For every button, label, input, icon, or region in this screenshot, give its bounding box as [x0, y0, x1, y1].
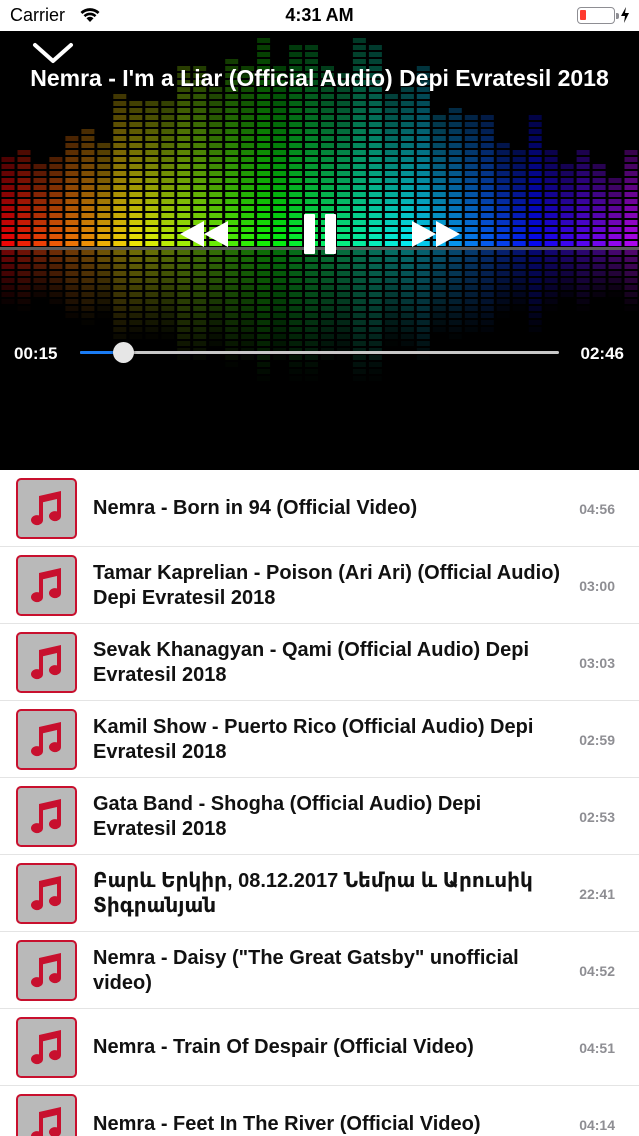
track-thumbnail	[16, 478, 77, 539]
track-duration: 04:14	[579, 1116, 615, 1133]
track-thumbnail	[16, 632, 77, 693]
playlist-row[interactable]: Sevak Khanagyan - Qami (Official Audio) …	[0, 624, 639, 701]
fast-forward-icon	[412, 221, 460, 247]
track-thumbnail	[16, 1017, 77, 1078]
playlist-row[interactable]: Gata Band - Shogha (Official Audio) Depi…	[0, 778, 639, 855]
track-title: Nemra - Daisy ("The Great Gatsby" unoffi…	[93, 946, 519, 994]
track-duration: 04:51	[579, 1039, 615, 1056]
track-duration: 03:00	[579, 577, 615, 594]
track-thumbnail	[16, 786, 77, 847]
track-duration: 04:56	[579, 500, 615, 517]
music-note-icon	[31, 568, 62, 603]
playlist-row[interactable]: Nemra - Daisy ("The Great Gatsby" unoffi…	[0, 932, 639, 1009]
track-thumbnail	[16, 555, 77, 616]
music-note-icon	[31, 722, 62, 757]
now-playing-panel: Nemra - I'm a Liar (Official Audio) Depi…	[0, 31, 639, 470]
seek-track	[80, 351, 559, 354]
charging-bolt-icon	[621, 7, 629, 23]
playlist-row[interactable]: Բարև Երկիր, 08.12.2017 Նեմրա և Արուսիկ Տ…	[0, 855, 639, 932]
music-note-icon	[31, 1107, 62, 1136]
elapsed-time: 00:15	[14, 344, 58, 363]
track-thumbnail	[16, 863, 77, 924]
playlist-row[interactable]: Tamar Kaprelian - Poison (Ari Ari) (Offi…	[0, 547, 639, 624]
music-note-icon	[31, 799, 62, 834]
playlist-row[interactable]: Kamil Show - Puerto Rico (Official Audio…	[0, 701, 639, 778]
track-duration: 04:52	[579, 962, 615, 979]
track-thumbnail	[16, 1094, 77, 1136]
music-note-icon	[31, 491, 62, 526]
battery-icon	[577, 7, 619, 24]
track-title: Nemra - Feet In The River (Official Vide…	[93, 1113, 481, 1135]
track-title: Nemra - Train Of Despair (Official Video…	[93, 1036, 474, 1058]
pause-icon	[304, 214, 336, 254]
track-thumbnail	[16, 709, 77, 770]
music-note-icon	[31, 876, 62, 911]
track-thumbnail	[16, 940, 77, 1001]
playlist: Nemra - Born in 94 (Official Video) 04:56…	[0, 470, 639, 1136]
pause-button[interactable]	[303, 214, 337, 254]
seek-thumb[interactable]	[113, 342, 135, 363]
status-bar: Carrier 4:31 AM	[0, 0, 639, 31]
track-duration: 22:41	[579, 885, 615, 902]
track-duration: 02:53	[579, 808, 615, 825]
track-title: Nemra - Born in 94 (Official Video)	[93, 497, 418, 519]
track-title: Kamil Show - Puerto Rico (Official Audio…	[93, 715, 534, 763]
now-playing-title: Nemra - I'm a Liar (Official Audio) Depi…	[30, 65, 609, 91]
total-time: 02:46	[580, 344, 624, 363]
track-duration: 02:59	[579, 731, 615, 748]
playlist-row[interactable]: Nemra - Feet In The River (Official Vide…	[0, 1086, 639, 1136]
seek-slider[interactable]	[80, 341, 559, 365]
track-title: Gata Band - Shogha (Official Audio) Depi…	[93, 792, 482, 840]
track-duration: 03:03	[579, 654, 615, 671]
music-note-icon	[31, 645, 62, 680]
status-time: 4:31 AM	[285, 5, 354, 25]
music-note-icon	[31, 953, 62, 988]
track-title: Sevak Khanagyan - Qami (Official Audio) …	[93, 638, 530, 686]
track-title: Բարև Երկիր, 08.12.2017 Նեմրա և Արուսիկ Տ…	[93, 869, 533, 917]
previous-button[interactable]	[178, 221, 230, 247]
rewind-icon	[180, 221, 228, 247]
next-button[interactable]	[410, 221, 462, 247]
track-title: Tamar Kaprelian - Poison (Ari Ari) (Offi…	[93, 561, 561, 609]
playlist-row[interactable]: Nemra - Born in 94 (Official Video) 04:56	[0, 470, 639, 547]
playlist-row[interactable]: Nemra - Train Of Despair (Official Video…	[0, 1009, 639, 1086]
music-note-icon	[31, 1030, 62, 1065]
